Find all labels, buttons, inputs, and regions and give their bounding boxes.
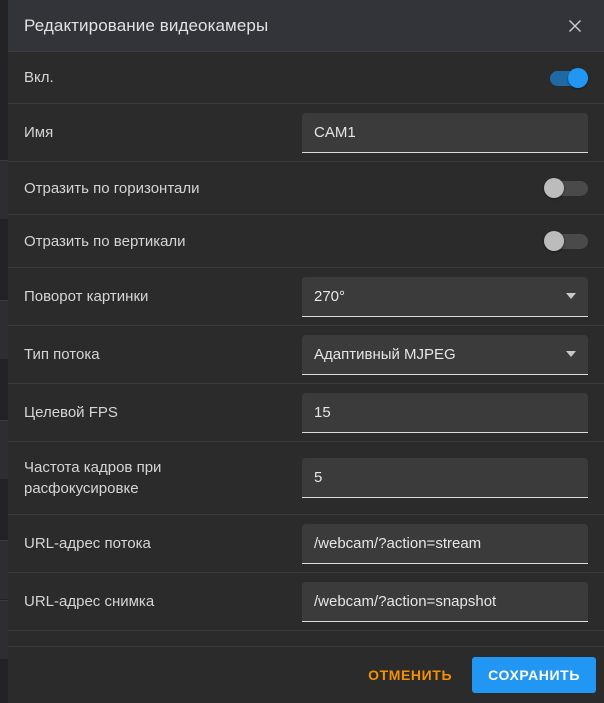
row-rotation: Поворот картинки 270° xyxy=(8,268,604,326)
flip-horizontal-toggle[interactable] xyxy=(544,178,588,198)
dialog-titlebar: Редактирование видеокамеры xyxy=(8,0,604,51)
flip-vertical-toggle[interactable] xyxy=(544,231,588,251)
row-stream-url: URL-адрес потока /webcam/?action=stream xyxy=(8,515,604,573)
idle-fps-input-value: 5 xyxy=(314,469,323,486)
row-control-rotation: 270° xyxy=(302,276,588,317)
edit-camera-dialog: Редактирование видеокамеры Вкл. Имя CAM1 xyxy=(8,0,604,703)
row-name: Имя CAM1 xyxy=(8,104,604,162)
cancel-button[interactable]: ОТМЕНИТЬ xyxy=(356,658,464,692)
toggle-knob xyxy=(544,178,564,198)
name-input-value: CAM1 xyxy=(314,123,356,141)
row-label-idle-fps: Частота кадров при расфокусировке xyxy=(24,457,302,499)
stream-url-input-value: /webcam/?action=stream xyxy=(314,534,482,552)
target-fps-input-value: 15 xyxy=(314,403,331,421)
row-label-target-fps: Целевой FPS xyxy=(24,404,118,421)
row-control-stream-url: /webcam/?action=stream xyxy=(302,523,588,564)
row-label-snapshot-url: URL-адрес снимка xyxy=(24,593,155,610)
row-flip-vertical: Отразить по вертикали xyxy=(8,215,604,268)
dialog-footer: ОТМЕНИТЬ СОХРАНИТЬ xyxy=(8,646,604,703)
row-snapshot-url: URL-адрес снимка /webcam/?action=snapsho… xyxy=(8,573,604,631)
camera-settings-form: Вкл. Имя CAM1 Отразить по горизонтали От… xyxy=(8,51,604,646)
close-icon[interactable] xyxy=(560,11,590,41)
row-stream-type: Тип потока Адаптивный MJPEG xyxy=(8,326,604,384)
row-target-fps: Целевой FPS 15 xyxy=(8,384,604,442)
row-label-stream-url: URL-адрес потока xyxy=(24,535,151,552)
row-label-flip-horizontal: Отразить по горизонтали xyxy=(24,179,200,197)
name-input[interactable]: CAM1 xyxy=(302,112,588,153)
stream-type-select[interactable]: Адаптивный MJPEG xyxy=(302,334,588,375)
row-label-idle-fps-line1: Частота кадров при xyxy=(24,459,162,476)
chevron-down-icon xyxy=(566,351,576,357)
row-label-name: Имя xyxy=(24,124,54,141)
idle-fps-input[interactable]: 5 xyxy=(302,458,588,498)
row-control-target-fps: 15 xyxy=(302,392,588,433)
row-idle-fps: Частота кадров при расфокусировке 5 xyxy=(8,442,604,515)
row-label-idle-fps-line2: расфокусировке xyxy=(24,480,139,497)
rotation-select[interactable]: 270° xyxy=(302,276,588,317)
row-label-stream-type: Тип потока xyxy=(24,346,100,363)
toggle-knob xyxy=(568,67,588,88)
dialog-title: Редактирование видеокамеры xyxy=(24,15,269,35)
chevron-down-icon xyxy=(566,293,576,299)
row-control-enabled xyxy=(544,67,588,88)
row-control-stream-type: Адаптивный MJPEG xyxy=(302,334,588,375)
snapshot-url-input-value: /webcam/?action=snapshot xyxy=(314,592,497,610)
row-label-flip-vertical: Отразить по вертикали xyxy=(24,232,186,250)
row-control-flip-vertical xyxy=(544,231,588,251)
stream-url-input[interactable]: /webcam/?action=stream xyxy=(302,523,588,564)
row-label-rotation: Поворот картинки xyxy=(24,288,149,305)
row-flip-horizontal: Отразить по горизонтали xyxy=(8,162,604,215)
enabled-toggle[interactable] xyxy=(544,67,588,88)
toggle-knob xyxy=(544,231,564,251)
save-button[interactable]: СОХРАНИТЬ xyxy=(472,657,596,693)
row-label-enabled: Вкл. xyxy=(24,69,54,86)
rotation-select-value: 270° xyxy=(314,287,346,305)
row-control-name: CAM1 xyxy=(302,112,588,153)
stream-type-select-value: Адаптивный MJPEG xyxy=(314,345,456,363)
row-control-snapshot-url: /webcam/?action=snapshot xyxy=(302,581,588,622)
target-fps-input[interactable]: 15 xyxy=(302,392,588,433)
row-control-flip-horizontal xyxy=(544,178,588,198)
row-control-idle-fps: 5 xyxy=(302,458,588,498)
row-enabled: Вкл. xyxy=(8,51,604,104)
snapshot-url-input[interactable]: /webcam/?action=snapshot xyxy=(302,581,588,622)
